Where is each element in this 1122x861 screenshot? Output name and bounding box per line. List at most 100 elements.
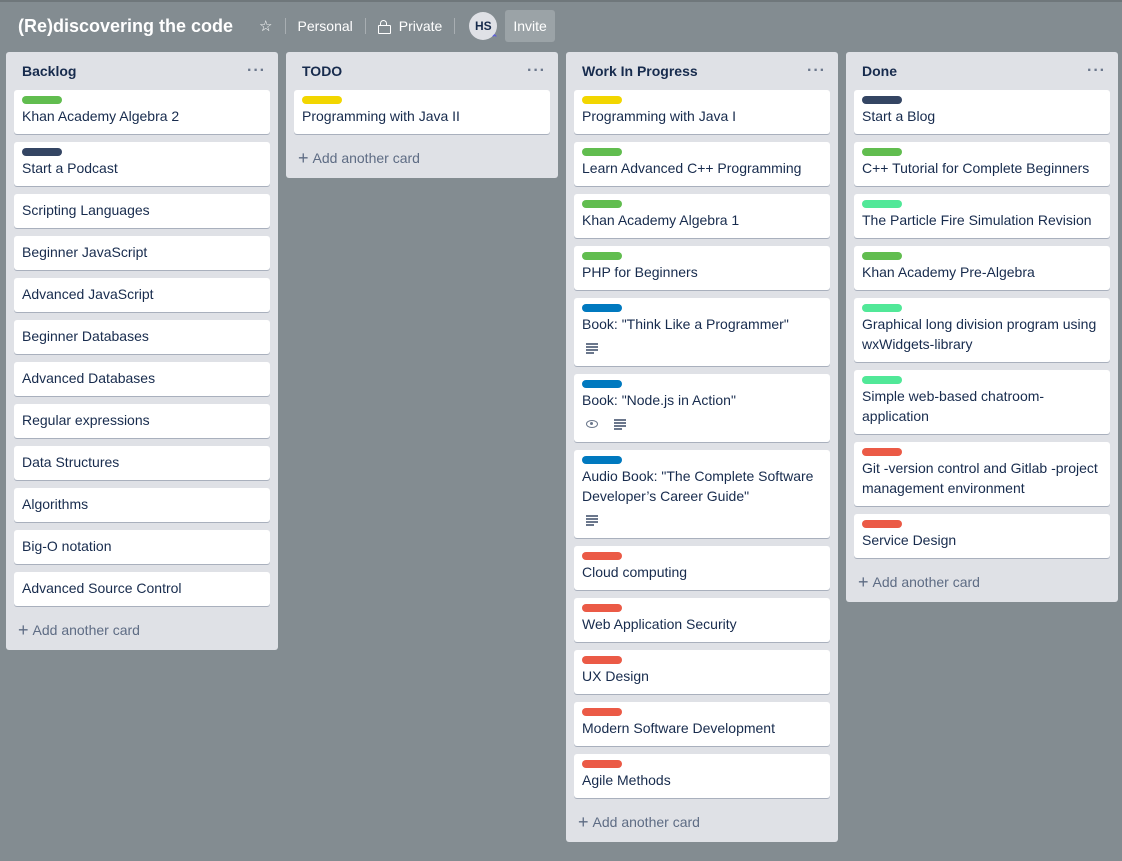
card-title: Audio Book: "The Complete Software Devel…: [582, 468, 814, 504]
card[interactable]: Khan Academy Pre-Algebra: [854, 246, 1110, 290]
list-title[interactable]: Backlog: [22, 63, 76, 79]
card[interactable]: Scripting Languages: [14, 194, 270, 228]
list-menu-icon[interactable]: ···: [527, 63, 550, 79]
card[interactable]: Web Application Security: [574, 598, 830, 642]
card[interactable]: UX Design: [574, 650, 830, 694]
card-label-yellow[interactable]: [582, 96, 622, 104]
card[interactable]: PHP for Beginners: [574, 246, 830, 290]
card[interactable]: Modern Software Development: [574, 702, 830, 746]
card-title: Khan Academy Pre-Algebra: [862, 264, 1035, 280]
card[interactable]: Git -version control and Gitlab -project…: [854, 442, 1110, 506]
card[interactable]: Audio Book: "The Complete Software Devel…: [574, 450, 830, 538]
card[interactable]: Khan Academy Algebra 2: [14, 90, 270, 134]
card[interactable]: Simple web-based chatroom-application: [854, 370, 1110, 434]
card[interactable]: Programming with Java II: [294, 90, 550, 134]
card[interactable]: Algorithms: [14, 488, 270, 522]
add-card-button[interactable]: + Add another card: [294, 140, 550, 176]
card-label-lime[interactable]: [862, 304, 902, 312]
add-card-button[interactable]: + Add another card: [14, 612, 270, 648]
add-card-label: Add another card: [872, 574, 980, 590]
list-menu-icon[interactable]: ···: [807, 63, 830, 79]
divider: [284, 18, 286, 34]
card[interactable]: Programming with Java I: [574, 90, 830, 134]
card-label-red[interactable]: [582, 552, 622, 560]
card-title: Git -version control and Gitlab -project…: [862, 460, 1098, 496]
card-label-green[interactable]: [582, 252, 622, 260]
card-label-red[interactable]: [862, 448, 902, 456]
divider: [454, 18, 456, 34]
description-icon-glyph: [586, 343, 598, 354]
card[interactable]: Beginner JavaScript: [14, 236, 270, 270]
card-label-navy[interactable]: [862, 96, 902, 104]
card-title: Graphical long division program using wx…: [862, 316, 1097, 352]
avatar[interactable]: HS ⌃: [469, 12, 498, 43]
card-label-red[interactable]: [582, 604, 622, 612]
card-title: Learn Advanced C++ Programming: [582, 160, 802, 176]
list-todo: TODO ··· Programming with Java II + Add anot…: [286, 52, 558, 178]
card-label-green[interactable]: [862, 148, 902, 156]
card-title: Advanced JavaScript: [22, 286, 154, 302]
card[interactable]: The Particle Fire Simulation Revision: [854, 194, 1110, 238]
card-title: Khan Academy Algebra 2: [22, 108, 180, 124]
team-button[interactable]: Personal: [292, 10, 359, 42]
list-menu-icon[interactable]: ···: [247, 63, 270, 79]
card[interactable]: Book: "Node.js in Action": [574, 374, 830, 442]
visibility-label: Private: [398, 18, 443, 34]
card[interactable]: Cloud computing: [574, 546, 830, 590]
card-label-green[interactable]: [22, 96, 62, 104]
card-label-red[interactable]: [582, 708, 622, 716]
board-lists: Backlog ··· Khan Academy Algebra 2 Start a …: [6, 52, 1122, 842]
card[interactable]: Book: "Think Like a Programmer": [574, 298, 830, 366]
card[interactable]: Data Structures: [14, 446, 270, 480]
card-title: Advanced Databases: [22, 370, 156, 386]
card-label-red[interactable]: [862, 520, 902, 528]
card-label-lime[interactable]: [862, 200, 902, 208]
card[interactable]: Regular expressions: [14, 404, 270, 438]
card-title: Regular expressions: [22, 412, 150, 428]
card-label-red[interactable]: [582, 760, 622, 768]
list-title[interactable]: Work In Progress: [582, 63, 698, 79]
invite-button[interactable]: Invite: [505, 10, 555, 42]
card[interactable]: Big-O notation: [14, 530, 270, 564]
board-title[interactable]: (Re)discovering the code: [18, 16, 233, 37]
card[interactable]: Advanced Databases: [14, 362, 270, 396]
plus-icon: +: [298, 148, 309, 168]
star-icon[interactable]: ☆: [255, 10, 278, 42]
list-menu-icon[interactable]: ···: [1087, 63, 1110, 79]
card[interactable]: C++ Tutorial for Complete Beginners: [854, 142, 1110, 186]
visibility-button[interactable]: Private: [372, 10, 449, 42]
card[interactable]: Khan Academy Algebra 1: [574, 194, 830, 238]
add-card-label: Add another card: [32, 622, 140, 638]
card[interactable]: Graphical long division program using wx…: [854, 298, 1110, 362]
card[interactable]: Agile Methods: [574, 754, 830, 798]
card[interactable]: Start a Blog: [854, 90, 1110, 134]
card[interactable]: Advanced JavaScript: [14, 278, 270, 312]
card-label-blue[interactable]: [582, 380, 622, 388]
card-label-green[interactable]: [582, 200, 622, 208]
add-card-button[interactable]: + Add another card: [574, 804, 830, 840]
card[interactable]: Advanced Source Control: [14, 572, 270, 606]
list-header: Backlog ···: [14, 52, 270, 90]
list-title[interactable]: TODO: [302, 63, 342, 79]
card-label-red[interactable]: [582, 656, 622, 664]
card-title: Big-O notation: [22, 538, 112, 554]
card-label-blue[interactable]: [582, 304, 622, 312]
card-title: Modern Software Development: [582, 720, 775, 736]
card-label-blue[interactable]: [582, 456, 622, 464]
description-icon-glyph: [614, 419, 626, 430]
card-label-green[interactable]: [582, 148, 622, 156]
list-title[interactable]: Done: [862, 63, 897, 79]
card-label-navy[interactable]: [22, 148, 62, 156]
card[interactable]: Service Design: [854, 514, 1110, 558]
card[interactable]: Beginner Databases: [14, 320, 270, 354]
list-header: TODO ···: [294, 52, 550, 90]
card-title: Scripting Languages: [22, 202, 150, 218]
list-work-in-progress: Work In Progress ··· Programming with Java…: [566, 52, 838, 842]
card-label-green[interactable]: [862, 252, 902, 260]
card[interactable]: Start a Podcast: [14, 142, 270, 186]
card-label-lime[interactable]: [862, 376, 902, 384]
add-card-button[interactable]: + Add another card: [854, 564, 1110, 600]
card-label-yellow[interactable]: [302, 96, 342, 104]
card[interactable]: Learn Advanced C++ Programming: [574, 142, 830, 186]
card-title: Web Application Security: [582, 616, 737, 632]
